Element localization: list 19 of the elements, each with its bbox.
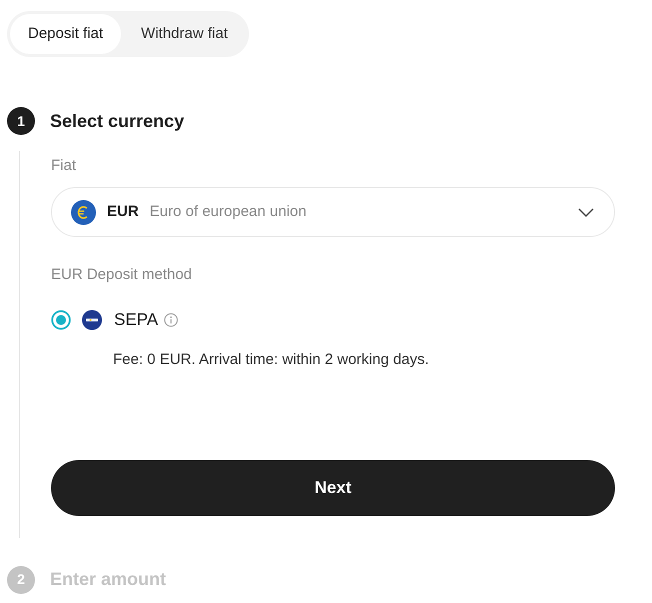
tab[interactable]: Withdraw fiat bbox=[123, 14, 246, 54]
info-icon bbox=[164, 313, 178, 327]
method-name: SEPA bbox=[114, 309, 158, 332]
step-number: 1 bbox=[7, 107, 35, 135]
next-button[interactable]: Next bbox=[51, 460, 615, 516]
step-title: Select currency bbox=[50, 110, 184, 133]
field-label: Fiat bbox=[51, 157, 78, 175]
euro-coin-icon bbox=[71, 200, 96, 224]
currency-name: Euro of european union bbox=[150, 202, 308, 222]
field-label: EUR Deposit method bbox=[51, 266, 193, 284]
radio-button[interactable] bbox=[51, 310, 71, 330]
step-title: Enter amount bbox=[50, 568, 166, 591]
currency-code: EUR bbox=[107, 202, 139, 222]
tab[interactable]: Deposit fiat bbox=[10, 14, 122, 54]
method-logo-icon bbox=[82, 310, 102, 330]
method-description: Fee: 0 EUR. Arrival time: within 2 working days. bbox=[113, 350, 430, 370]
chevron-down-icon bbox=[578, 208, 594, 216]
step-number: 2 bbox=[7, 566, 35, 594]
currency-select[interactable]: EUR Euro of european union bbox=[51, 187, 615, 237]
